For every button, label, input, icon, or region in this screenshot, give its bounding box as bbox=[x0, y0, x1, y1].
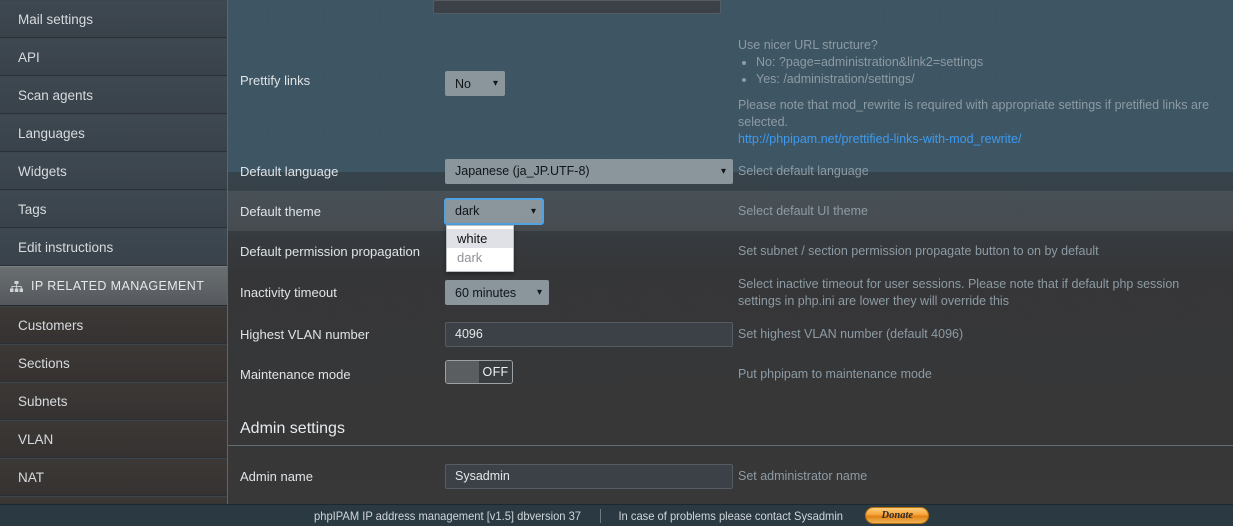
prettify-links-value: No bbox=[455, 76, 471, 91]
default-language-select[interactable]: Japanese (ja_JP.UTF-8) ▾ bbox=[445, 158, 733, 184]
highest-vlan-number-input[interactable]: 4096 bbox=[445, 321, 733, 347]
mod-rewrite-doc-link[interactable]: http://phpipam.net/prettified-links-with… bbox=[738, 132, 1021, 146]
sidebar-item-label: Languages bbox=[18, 126, 85, 141]
default-language-help: Select default language bbox=[738, 163, 869, 178]
sidebar-item-label: API bbox=[18, 50, 40, 65]
previous-setting-input-cutoff[interactable] bbox=[433, 0, 721, 14]
sidebar-item-label: Sections bbox=[18, 356, 70, 371]
sidebar-item-label: Tags bbox=[18, 202, 47, 217]
admin-name-input[interactable]: Sysadmin bbox=[445, 463, 733, 489]
row-inactivity-timeout: Inactivity timeout 60 minutes ▾ Select i… bbox=[228, 271, 1233, 314]
help-bullet-list: No: ?page=administration&link2=settings … bbox=[756, 54, 1221, 88]
footer-version-text: phpIPAM IP address management [v1.5] dbv… bbox=[313, 508, 581, 523]
default-language-label: Default language bbox=[240, 163, 339, 179]
sidebar-item-edit-instructions[interactable]: Edit instructions bbox=[0, 228, 227, 266]
chevron-down-icon: ▾ bbox=[536, 287, 542, 298]
sidebar-group-ip-related-management: IP RELATED MANAGEMENT bbox=[0, 266, 227, 306]
sidebar-item-scan-agents[interactable]: Scan agents bbox=[0, 76, 227, 114]
prettify-links-help: Use nicer URL structure? No: ?page=admin… bbox=[735, 23, 1233, 148]
chevron-down-icon: ▾ bbox=[492, 78, 498, 89]
donate-button[interactable]: Donate bbox=[865, 507, 930, 524]
default-language-value: Japanese (ja_JP.UTF-8) bbox=[455, 164, 590, 178]
default-permission-propagation-help: Set subnet / section permission propagat… bbox=[738, 243, 1099, 258]
maintenance-mode-state: OFF bbox=[479, 361, 512, 383]
admin-name-help: Set administrator name bbox=[738, 468, 868, 483]
theme-option-dark[interactable]: dark bbox=[447, 248, 513, 267]
settings-content: Prettify links No ▾ Use nicer URL struct… bbox=[228, 0, 1233, 504]
sidebar-item-label: Scan agents bbox=[18, 88, 94, 103]
admin-name-label: Admin name bbox=[240, 468, 313, 484]
sidebar-item-languages[interactable]: Languages bbox=[0, 114, 227, 152]
row-default-language: Default language Japanese (ja_JP.UTF-8) … bbox=[228, 151, 1233, 191]
help-bullet: Yes: /administration/settings/ bbox=[756, 71, 1221, 88]
sidebar-item-next-partial[interactable] bbox=[0, 496, 227, 504]
sidebar-item-label: VLAN bbox=[18, 432, 54, 447]
prettify-links-select[interactable]: No ▾ bbox=[445, 71, 505, 96]
page-footer: phpIPAM IP address management [v1.5] dbv… bbox=[0, 504, 1233, 526]
inactivity-timeout-label: Inactivity timeout bbox=[240, 285, 337, 300]
maintenance-mode-label: Maintenance mode bbox=[240, 366, 351, 382]
sidebar-item-mail-settings[interactable]: Mail settings bbox=[0, 0, 227, 38]
phpipam-settings-page: Mail settings API Scan agents Languages … bbox=[0, 0, 1233, 526]
sidebar-group-label: IP RELATED MANAGEMENT bbox=[31, 279, 205, 293]
inactivity-timeout-value: 60 minutes bbox=[455, 285, 517, 300]
footer-divider bbox=[599, 508, 601, 523]
row-prettify-links: Prettify links No ▾ Use nicer URL struct… bbox=[228, 13, 1233, 151]
footer-contact-text: In case of problems please contact Sysad… bbox=[618, 508, 843, 523]
row-default-permission-propagation: Default permission propagation Set subne… bbox=[228, 231, 1233, 271]
default-theme-select[interactable]: dark ▾ white dark bbox=[444, 197, 544, 272]
sidebar-item-widgets[interactable]: Widgets bbox=[0, 152, 227, 190]
sidebar-item-label: Widgets bbox=[18, 164, 67, 179]
sidebar-item-label: Edit instructions bbox=[18, 240, 114, 255]
theme-option-white[interactable]: white bbox=[447, 228, 513, 248]
chevron-down-icon: ▾ bbox=[720, 165, 726, 177]
default-theme-help: Select default UI theme bbox=[738, 203, 868, 218]
default-permission-propagation-label: Default permission propagation bbox=[240, 243, 420, 259]
sidebar-item-customers[interactable]: Customers bbox=[0, 306, 227, 344]
maintenance-mode-toggle[interactable]: OFF bbox=[445, 360, 513, 384]
help-bullet: No: ?page=administration&link2=settings bbox=[756, 54, 1221, 71]
sidebar-item-sections[interactable]: Sections bbox=[0, 344, 227, 382]
row-default-theme: Default theme dark ▾ white dark Select d… bbox=[228, 191, 1233, 272]
sidebar-item-label: Customers bbox=[18, 318, 84, 333]
help-title: Use nicer URL structure? bbox=[738, 38, 878, 52]
default-theme-dropdown-menu[interactable]: white dark bbox=[446, 224, 514, 272]
sidebar-item-nat[interactable]: NAT bbox=[0, 458, 227, 496]
admin-settings-section-title: Admin settings bbox=[228, 420, 1233, 446]
row-maintenance-mode: Maintenance mode OFF Put phpipam to main… bbox=[228, 354, 1233, 394]
sidebar-navigation[interactable]: Mail settings API Scan agents Languages … bbox=[0, 0, 228, 504]
row-highest-vlan-number: Highest VLAN number 4096 Set highest VLA… bbox=[228, 314, 1233, 354]
row-admin-name: Admin name Sysadmin Set administrator na… bbox=[228, 456, 1233, 496]
toggle-knob bbox=[446, 361, 479, 383]
chevron-down-icon: ▾ bbox=[530, 205, 536, 217]
sidebar-item-subnets[interactable]: Subnets bbox=[0, 382, 227, 420]
inactivity-timeout-select[interactable]: 60 minutes ▾ bbox=[445, 280, 549, 305]
default-theme-value: dark bbox=[455, 204, 480, 218]
prettify-links-label: Prettify links bbox=[240, 73, 311, 88]
help-note: Please note that mod_rewrite is required… bbox=[738, 98, 1210, 129]
sidebar-item-api[interactable]: API bbox=[0, 38, 227, 76]
sitemap-icon bbox=[10, 280, 23, 292]
highest-vlan-number-label: Highest VLAN number bbox=[240, 326, 370, 342]
row-admin-email: Admin email admin@sysadmin.local Set adm… bbox=[228, 496, 1233, 504]
sidebar-item-label: NAT bbox=[18, 470, 44, 485]
inactivity-timeout-help: Select inactive timeout for user session… bbox=[738, 276, 1180, 308]
highest-vlan-number-help: Set highest VLAN number (default 4096) bbox=[738, 326, 964, 341]
sidebar-item-label: Subnets bbox=[18, 394, 68, 409]
default-theme-label: Default theme bbox=[240, 203, 321, 219]
sidebar-item-label: Mail settings bbox=[18, 12, 94, 27]
sidebar-item-tags[interactable]: Tags bbox=[0, 190, 227, 228]
sidebar-item-vlan[interactable]: VLAN bbox=[0, 420, 227, 458]
maintenance-mode-help: Put phpipam to maintenance mode bbox=[738, 366, 932, 381]
